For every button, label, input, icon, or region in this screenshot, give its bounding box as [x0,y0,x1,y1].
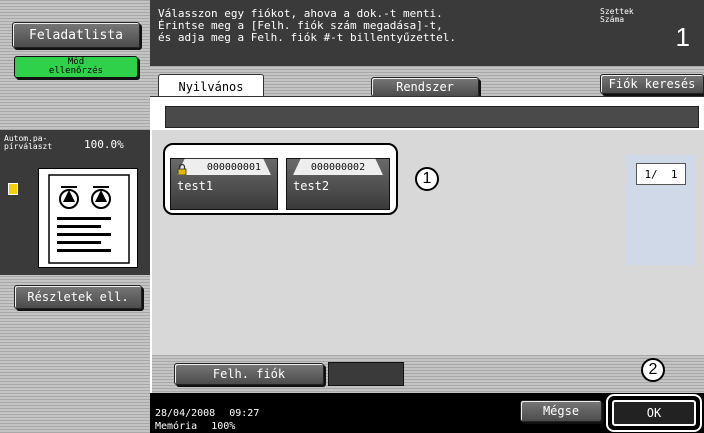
account-tile[interactable]: 000000002 test2 [286,158,390,210]
details-button[interactable]: Részletek ell. [14,285,142,309]
page-indicator: 1/ 1 [636,163,686,185]
user-account-button[interactable]: Felh. fiók [174,363,324,385]
document-icon [8,183,18,195]
tab-public[interactable]: Nyilvános [158,74,264,98]
tab-system[interactable]: Rendszer [371,77,479,97]
account-name: test1 [177,179,214,193]
input-bar [165,106,699,128]
task-list-button[interactable]: Feladatlista [12,22,140,48]
instruction-line-3: és adja meg a Felh. fiók #-t billentyűze… [158,31,457,44]
date-time: 28/04/2008 09:27 [155,408,259,419]
ok-button[interactable]: OK [612,400,696,426]
date: 28/04/2008 [155,408,216,419]
page-preview-icon [38,168,138,268]
auto-paper-label: Autom.pa- pírválaszt [4,134,53,151]
lock-icon [177,160,187,176]
account-tile[interactable]: 000000001 test1 [170,158,278,210]
callout-1: 1 [415,167,439,191]
zoom-value: 100.0% [84,138,124,151]
account-search-button[interactable]: Fiók keresés [600,74,704,94]
memory-value: 100% [211,421,236,432]
sets-label: Szettek Száma [600,7,634,24]
check-mode-button[interactable]: Mód ellenőrzés [14,56,138,78]
sets-value: 1 [675,22,690,52]
memory-status: Memória 100% [155,421,235,432]
account-number: 000000001 [177,158,271,175]
cancel-button[interactable]: Mégse [520,400,602,422]
account-number: 000000002 [293,158,383,175]
account-name: test2 [293,179,330,193]
memory-label: Memória [155,421,198,432]
time: 09:27 [229,408,260,419]
user-account-field[interactable] [328,362,404,386]
callout-2: 2 [641,358,665,382]
